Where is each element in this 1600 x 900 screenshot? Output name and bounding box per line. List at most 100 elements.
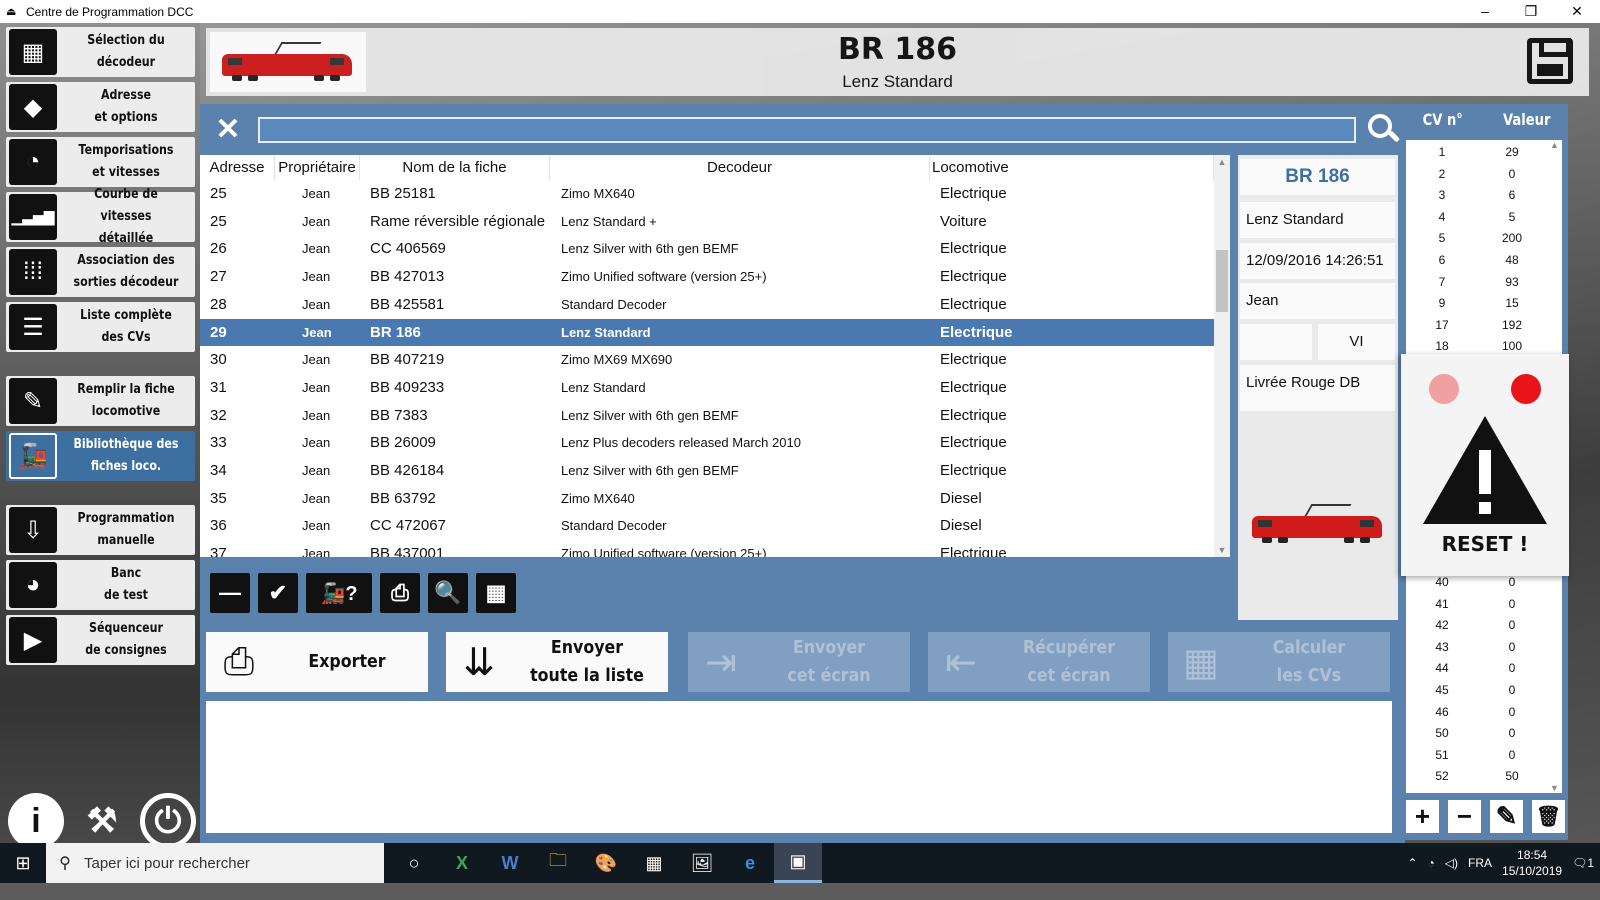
search-icon[interactable] [1366,112,1401,146]
compute-cvs-button[interactable]: ▦ Calculer les CVs [1168,632,1390,692]
cv-row[interactable]: 5 200 [1406,228,1546,249]
volume-icon[interactable]: ◁) [1445,856,1458,870]
sidebar-item-address[interactable]: ◆ Adresse et options [6,82,195,132]
sidebar-item-test-bench[interactable]: ◕ Banc de test [6,560,195,610]
sidebar-item-outputs[interactable]: ⁞⁞⁞ Association des sorties décodeur [6,247,195,297]
table-row[interactable]: 25 Jean BB 25181 Zimo MX640 Electrique [200,180,1214,207]
reset-panel[interactable]: RESET ! [1401,354,1569,576]
table-row[interactable]: 29 Jean BR 186 Lenz Standard Electrique [200,318,1214,346]
word-icon[interactable]: W [486,843,534,883]
remove-cv-icon[interactable]: − [1448,800,1481,833]
column-header-sheet-name[interactable]: Nom de la fiche [360,155,550,180]
sidebar-item-cv-list[interactable]: ☰ Liste complète des CVs [6,302,195,352]
calculator-icon[interactable]: ▦ [476,573,516,613]
task-view-icon[interactable]: ○ [390,843,438,883]
cv-row[interactable]: 45 [1406,207,1546,228]
remove-icon[interactable]: — [210,573,250,613]
table-row[interactable]: 32 Jean BB 7383 Lenz Silver with 6th gen BE… [200,402,1214,429]
column-header-decoder[interactable]: Decodeur [550,155,930,180]
network-icon[interactable]: ◔ [1428,856,1435,870]
paint-icon[interactable]: 🎨 [582,843,630,883]
save-icon[interactable] [1527,38,1573,84]
column-header-address[interactable]: Adresse [200,155,275,180]
table-row[interactable]: 35 Jean BB 63792 Zimo MX640 Diesel [200,485,1214,512]
table-row[interactable]: 27 Jean BB 427013 Zimo Unified software (ve… [200,263,1214,290]
cv-value: 0 [1508,726,1516,741]
maximize-button[interactable]: ❐ [1508,0,1554,23]
windows-start-icon[interactable]: ⊞ [0,843,46,883]
search-input[interactable] [258,117,1356,143]
clock[interactable]: 18:54 15/10/2019 [1502,847,1562,879]
table-row[interactable]: 37 Jean BB 437001 Zimo Unified software (ve… [200,540,1214,557]
dcc-app-icon[interactable]: ▣ [774,843,822,883]
cv-row[interactable]: 6 48 [1406,250,1546,271]
cv-row[interactable]: 43 0 [1406,637,1546,658]
edit-cv-icon[interactable]: ✎ [1490,800,1523,833]
trash-icon[interactable]: 🗑 [1532,800,1565,833]
table-row[interactable]: 31 Jean BB 409233 Lenz Standard Electrique [200,374,1214,401]
cv-row[interactable]: 41 0 [1406,594,1546,615]
clear-search-icon[interactable]: ✕ [210,115,246,145]
table-row[interactable]: 36 Jean CC 472067 Standard Decoder Diesel [200,512,1214,539]
table-row[interactable]: 28 Jean BB 425581 Standard Decoder Electriqu… [200,291,1214,318]
cv-row[interactable]: 44 0 [1406,658,1546,679]
edge-icon[interactable]: e [726,843,774,883]
table-cell: 28 [210,295,227,313]
tools-icon[interactable]: ⚒ [74,793,130,849]
retrieve-screen-button[interactable]: ⇤ Récupérer cet écran [928,632,1150,692]
table-scrollbar[interactable]: ▲ ▼ [1214,155,1230,557]
cv-row[interactable]: 7 93 [1406,272,1546,293]
locomotive-query-icon[interactable]: 🚂? [306,573,372,613]
calendar-icon[interactable]: ▦ [630,843,678,883]
table-row[interactable]: 34 Jean BB 426184 Lenz Silver with 6th gen … [200,457,1214,484]
file-explorer-icon[interactable]: 🗀 [534,843,582,883]
cv-row[interactable]: 45 0 [1406,680,1546,701]
cv-row[interactable]: 51 0 [1406,745,1546,766]
sidebar-item-fill-sheet[interactable]: ✎ Remplir la fiche locomotive [6,376,195,426]
sidebar-item-timing-speeds[interactable]: ◔ Temporisations et vitesses [6,137,195,187]
cv-row[interactable]: 1 29 [1406,142,1546,163]
cv-row[interactable]: 36 [1406,185,1546,206]
cv-row[interactable]: 20 [1406,164,1546,185]
sidebar-item-sequencer[interactable]: ▶ Séquenceur de consignes [6,615,195,665]
excel-icon[interactable]: X [438,843,486,883]
print-icon[interactable]: ⎙ [380,573,420,613]
scroll-down-icon[interactable]: ▼ [1547,783,1562,793]
column-header-owner[interactable]: Propriétaire [275,155,360,180]
minimize-button[interactable]: – [1462,0,1508,23]
cv-row[interactable]: 50 0 [1406,723,1546,744]
send-list-button[interactable]: ⇊ Envoyer toute la liste [446,632,668,692]
scroll-down-icon[interactable]: ▼ [1214,543,1230,557]
table-row[interactable]: 33 Jean BB 26009 Lenz Plus decoders release… [200,429,1214,456]
zoom-icon[interactable]: 🔍 [428,573,468,613]
info-icon[interactable]: i [8,793,64,849]
check-icon[interactable]: ✔ [258,573,298,613]
scroll-up-icon[interactable]: ▲ [1547,140,1562,150]
sidebar-item-library[interactable]: 🚂 Bibliothèque des fiches loco. [6,431,195,481]
sidebar-item-speed-curve[interactable]: ▁▃▅▇ Courbe de vitesses détaillée [6,187,195,246]
notification-icon[interactable]: 🗨1 [1572,856,1594,870]
cv-row[interactable]: 42 0 [1406,615,1546,636]
power-icon[interactable]: ⏻ [140,793,196,849]
add-cv-icon[interactable]: + [1406,800,1439,833]
close-button[interactable]: ✕ [1554,0,1600,23]
taskbar-search[interactable]: ⚲ Taper ici pour rechercher [46,843,384,883]
cv-row[interactable]: 52 50 [1406,766,1546,787]
send-screen-button[interactable]: ⇥ Envoyer cet écran [688,632,910,692]
sidebar-item-manual-programming[interactable]: ⇩ Programmation manuelle [6,505,195,555]
table-row[interactable]: 25 Jean Rame réversible régionale Lenz Stan… [200,208,1214,235]
send-screen-button-label: Envoyer cet écran [787,637,871,686]
sidebar-item-decoder-selection[interactable]: ▦ Sélection du décodeur [6,27,195,77]
cv-row[interactable]: 17 192 [1406,315,1546,336]
scroll-up-icon[interactable]: ▲ [1214,155,1230,169]
column-header-locomotive[interactable]: Locomotive [930,155,1214,180]
scrollbar-thumb[interactable] [1216,250,1228,312]
tray-chevron-icon[interactable]: ⌃ [1407,856,1417,870]
cv-row[interactable]: 46 0 [1406,702,1546,723]
cv-row[interactable]: 9 15 [1406,293,1546,314]
export-button[interactable]: ⎙ Exporter [206,632,428,692]
table-row[interactable]: 30 Jean BB 407219 Zimo MX69 MX690 Electrique [200,346,1214,373]
table-row[interactable]: 26 Jean CC 406569 Lenz Silver with 6th gen … [200,235,1214,262]
language-indicator[interactable]: FRA [1468,856,1492,870]
photos-icon[interactable]: 🖼 [678,843,726,883]
